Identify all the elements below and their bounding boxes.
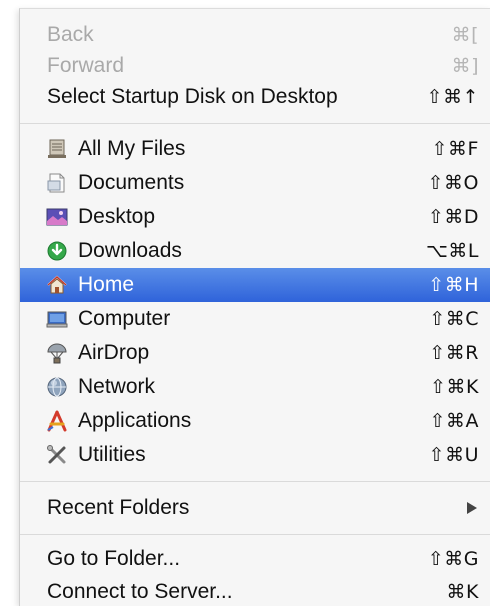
menu-item-shortcut: ⇧⌘F <box>431 138 479 160</box>
menu-item-label: Desktop <box>78 205 156 228</box>
menu-item-utilities[interactable]: Utilities ⇧⌘U <box>20 438 490 472</box>
go-menu: Back ⌘[ Forward ⌘] Select Startup Disk o… <box>19 8 490 606</box>
menu-item-label: Utilities <box>78 443 146 466</box>
menu-item-shortcut: ⌥⌘L <box>426 240 479 262</box>
menu-item-shortcut: ⇧⌘G <box>427 548 479 570</box>
menu-item-label: Recent Folders <box>47 496 190 519</box>
menu-separator <box>20 481 490 482</box>
menu-item-shortcut: ⇧⌘C <box>429 308 479 330</box>
menu-item-airdrop[interactable]: AirDrop ⇧⌘R <box>20 336 490 370</box>
menu-item-label: Downloads <box>78 239 182 262</box>
computer-icon <box>46 308 68 330</box>
menu-item-label: Go to Folder... <box>47 547 181 570</box>
submenu-arrow-icon <box>467 502 477 514</box>
airdrop-icon <box>46 342 68 364</box>
network-icon <box>46 376 68 398</box>
menu-item-network[interactable]: Network ⇧⌘K <box>20 370 490 404</box>
desktop-icon <box>46 206 68 228</box>
menu-item-label: AirDrop <box>78 341 150 364</box>
menu-item-forward: Forward ⌘] <box>20 49 490 83</box>
menu-item-label: Connect to Server... <box>47 580 233 603</box>
all-my-files-icon <box>46 138 68 160</box>
menu-separator <box>20 534 490 535</box>
documents-folder-icon <box>46 172 68 194</box>
menu-item-home[interactable]: Home ⇧⌘H <box>20 268 490 302</box>
menu-item-documents[interactable]: Documents ⇧⌘O <box>20 166 490 200</box>
menu-item-shortcut: ⇧⌘↑ <box>426 86 479 108</box>
menu-item-shortcut: ⇧⌘H <box>428 274 479 296</box>
menu-item-shortcut: ⇧⌘A <box>429 410 479 432</box>
menu-item-shortcut: ⇧⌘R <box>429 342 479 364</box>
menu-item-downloads[interactable]: Downloads ⌥⌘L <box>20 234 490 268</box>
menu-item-back: Back ⌘[ <box>20 18 490 52</box>
menu-item-computer[interactable]: Computer ⇧⌘C <box>20 302 490 336</box>
menu-item-go-to-folder[interactable]: Go to Folder... ⇧⌘G <box>20 542 490 576</box>
menu-item-shortcut: ⇧⌘D <box>427 206 479 228</box>
menu-item-label: Forward <box>47 54 125 77</box>
utilities-icon <box>46 444 68 466</box>
menu-item-label: Home <box>78 273 135 296</box>
menu-item-shortcut: ⌘[ <box>451 24 479 46</box>
menu-item-label: All My Files <box>78 137 186 160</box>
applications-icon <box>46 410 68 432</box>
menu-item-recent-folders[interactable]: Recent Folders <box>20 491 490 525</box>
menu-item-label: Network <box>78 375 156 398</box>
menu-separator <box>20 123 490 124</box>
menu-item-all-my-files[interactable]: All My Files ⇧⌘F <box>20 132 490 166</box>
menu-item-label: Select Startup Disk on Desktop <box>47 85 338 108</box>
menu-item-label: Documents <box>78 171 185 194</box>
home-icon <box>46 274 68 296</box>
menu-item-shortcut: ⌘K <box>446 581 479 603</box>
menu-item-label: Applications <box>78 409 192 432</box>
menu-item-shortcut: ⇧⌘K <box>430 376 479 398</box>
menu-item-select-startup-disk[interactable]: Select Startup Disk on Desktop ⇧⌘↑ <box>20 80 490 114</box>
menu-item-shortcut: ⌘] <box>451 55 479 77</box>
menu-item-label: Computer <box>78 307 171 330</box>
menu-item-label: Back <box>47 23 94 46</box>
menu-item-connect-to-server[interactable]: Connect to Server... ⌘K <box>20 575 490 606</box>
menu-item-shortcut: ⇧⌘U <box>428 444 479 466</box>
downloads-icon <box>46 240 68 262</box>
menu-item-applications[interactable]: Applications ⇧⌘A <box>20 404 490 438</box>
menu-item-desktop[interactable]: Desktop ⇧⌘D <box>20 200 490 234</box>
menu-item-shortcut: ⇧⌘O <box>427 172 479 194</box>
